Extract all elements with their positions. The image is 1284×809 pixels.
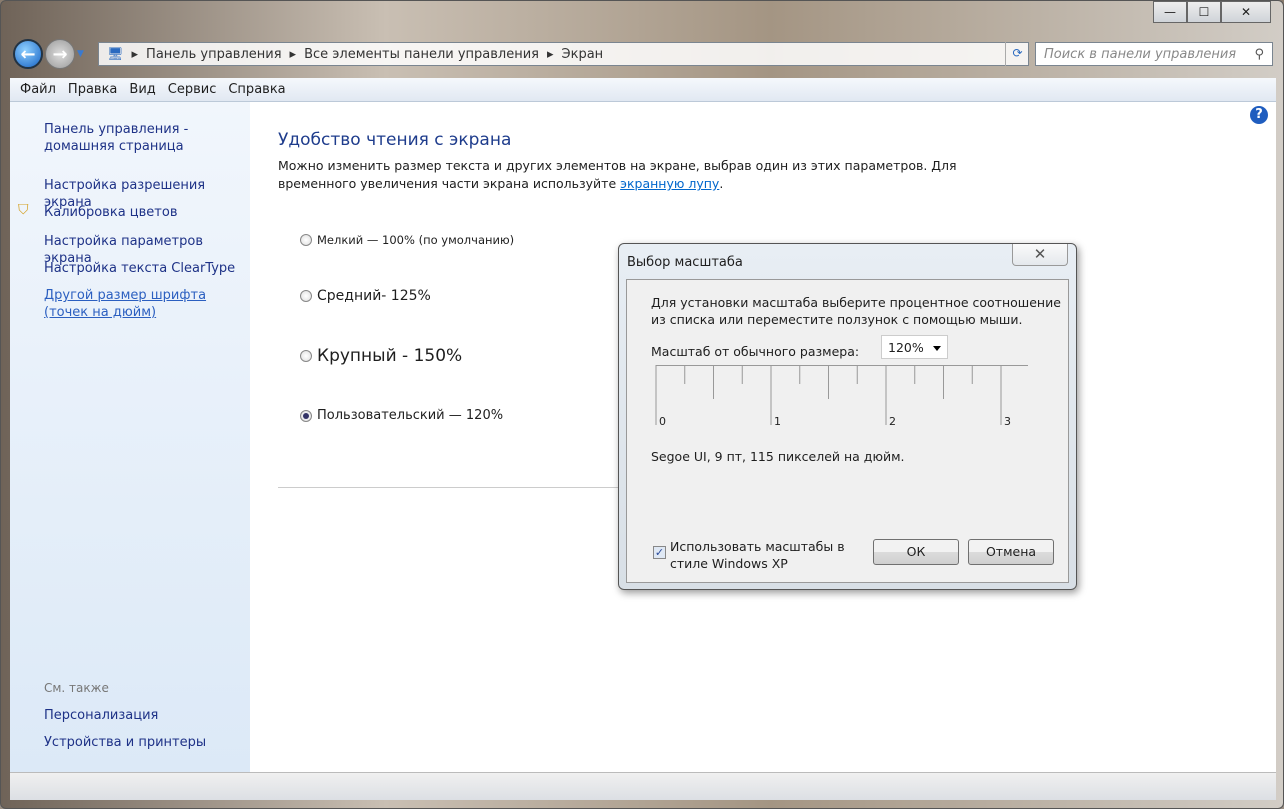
page-title: Удобство чтения с экрана [278,130,512,150]
back-button[interactable]: ← [13,39,43,69]
radio-button[interactable] [300,234,312,246]
page-description: Можно изменить размер текста и других эл… [278,158,957,191]
radio-button[interactable] [300,350,312,362]
radio-button-selected[interactable] [300,409,312,422]
scale-ruler[interactable]: 0 1 2 3 [655,365,1029,430]
sidebar: Панель управления - домашняя страница На… [10,102,250,772]
forward-button[interactable]: → [45,39,75,69]
help-icon[interactable]: ? [1250,106,1268,124]
cancel-button[interactable]: Отмена [968,539,1054,565]
option-large[interactable]: Крупный - 150% [300,346,462,366]
close-button[interactable]: ✕ [1221,1,1271,23]
scale-dropdown[interactable]: 120% [881,335,948,359]
minimize-button[interactable]: — [1153,1,1187,23]
chevron-down-icon [933,346,941,355]
ruler-label: 0 [659,415,666,428]
shield-icon: ⛉ [18,202,29,218]
dialog-title: Выбор масштаба [627,255,743,270]
magnifier-link[interactable]: экранную лупу [620,176,719,191]
menu-edit[interactable]: Правка [68,82,117,97]
xp-scaling-checkbox[interactable]: ✓ [653,546,666,559]
breadcrumb-item[interactable]: Панель управления [146,47,282,62]
scale-label: Масштаб от обычного размера: [651,344,860,359]
maximize-button[interactable]: ☐ [1187,1,1221,23]
menu-bar: Файл Правка Вид Сервис Справка [10,78,1276,102]
ruler-label: 2 [889,415,896,428]
divider [278,487,623,488]
menu-tools[interactable]: Сервис [168,82,217,97]
xp-scaling-label: Использовать масштабы в стиле Windows XP [670,539,845,571]
option-small[interactable]: Мелкий — 100% (по умолчанию) [300,233,514,247]
ruler-label: 3 [1004,415,1011,428]
devices-printers-link[interactable]: Устройства и принтеры [44,734,206,751]
menu-help[interactable]: Справка [228,82,285,97]
recent-pages-dropdown-icon[interactable]: ▼ [77,49,84,59]
ruler-label: 1 [774,415,781,428]
breadcrumb-item[interactable]: Экран [562,47,604,62]
font-info: Segoe UI, 9 пт, 115 пикселей на дюйм. [651,449,905,464]
sidebar-item-dpi[interactable]: Другой размер шрифта (точек на дюйм) [44,287,244,321]
breadcrumb-item[interactable]: Все элементы панели управления [304,47,539,62]
sidebar-item-calibrate[interactable]: Калибровка цветов [44,204,178,221]
personalization-link[interactable]: Персонализация [44,707,158,724]
option-custom[interactable]: Пользовательский — 120% [300,408,503,423]
control-panel-icon: 🖥 [107,46,124,62]
dialog-instructions: Для установки масштаба выберите процентн… [651,295,1061,327]
menu-file[interactable]: Файл [20,82,56,97]
address-bar[interactable]: 🖥 ▸ Панель управления ▸ Все элементы панел… [98,42,1029,66]
search-input[interactable]: Поиск в панели управления ⚲ [1035,42,1273,66]
search-icon: ⚲ [1254,47,1264,62]
menu-view[interactable]: Вид [129,82,155,97]
sidebar-item-cleartype[interactable]: Настройка текста ClearType [44,260,235,277]
scale-dialog: Выбор масштаба ✕ Для установки масштаба … [618,243,1077,590]
sidebar-home-link[interactable]: Панель управления - домашняя страница [44,121,244,155]
search-placeholder: Поиск в панели управления [1044,47,1237,62]
see-also-heading: См. также [44,681,109,695]
refresh-button[interactable]: ⟳ [1005,42,1029,66]
status-bar [10,772,1276,800]
ok-button[interactable]: ОК [873,539,959,565]
radio-button[interactable] [300,290,312,302]
dialog-close-button[interactable]: ✕ [1012,244,1068,266]
option-medium[interactable]: Средний- 125% [300,288,431,304]
